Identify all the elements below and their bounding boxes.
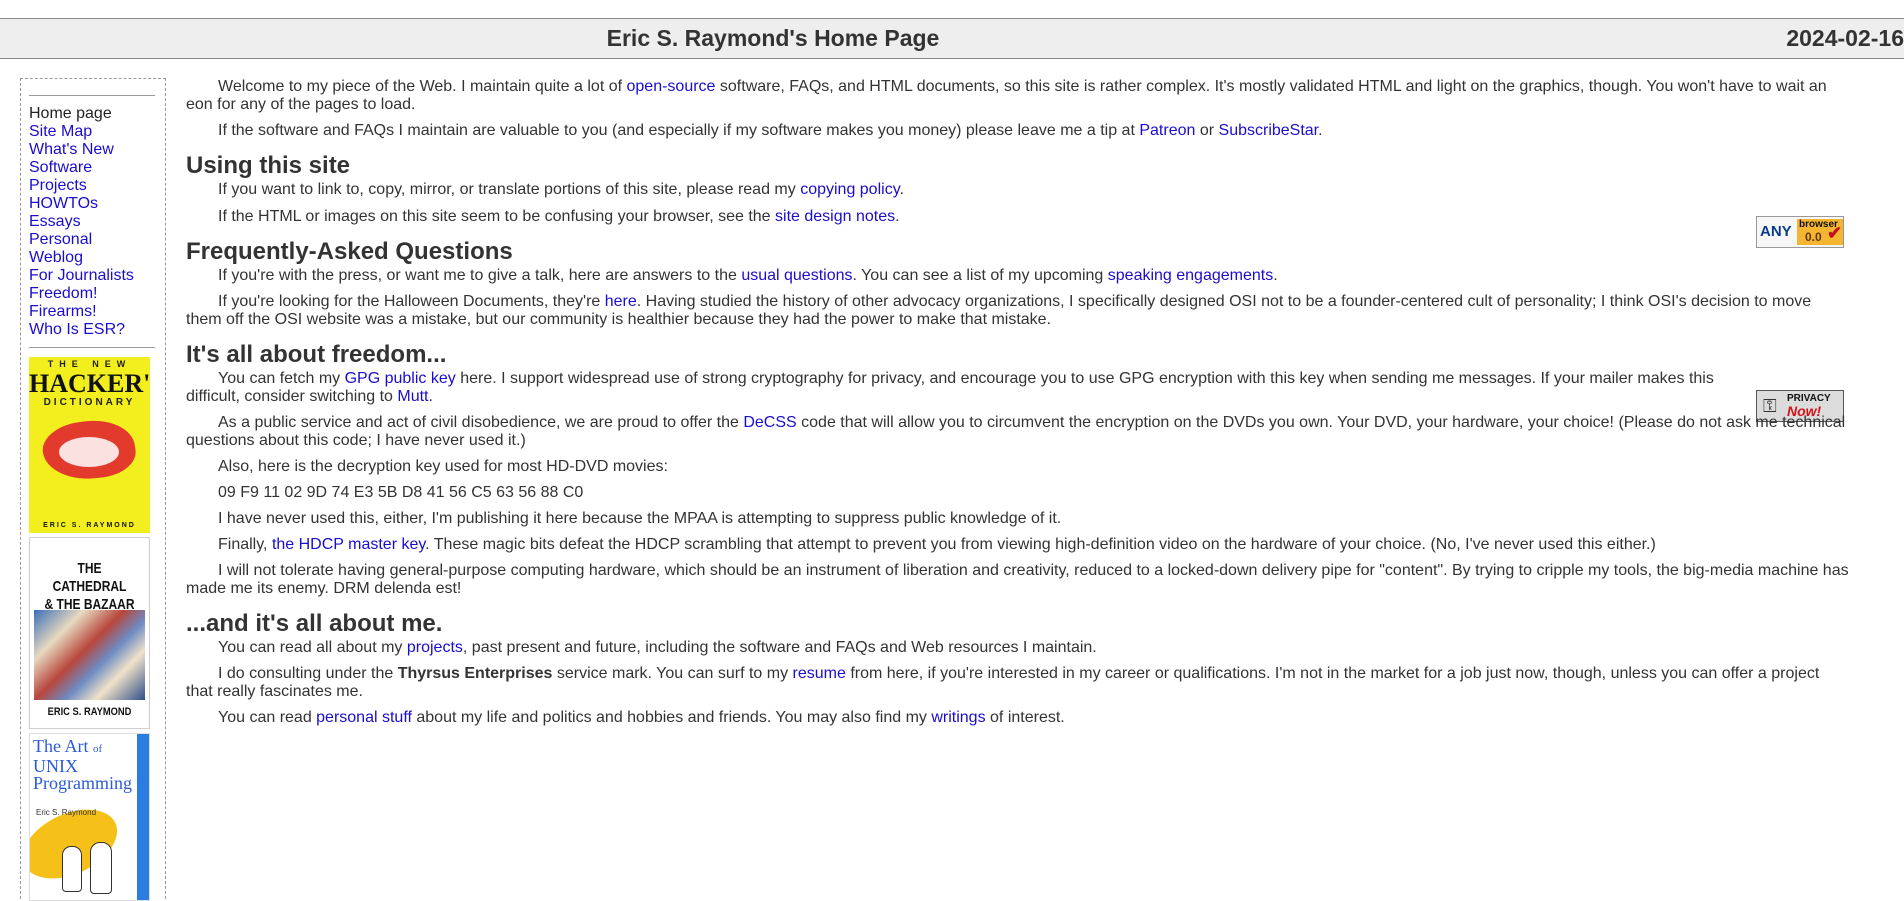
sidebar-item-for-journalists[interactable]: For Journalists — [29, 267, 134, 284]
sidebar-item-site-map[interactable]: Site Map — [29, 123, 92, 140]
page-header: Eric S. Raymond's Home Page 2024-02-16 — [0, 18, 1904, 59]
book-cover-title: THE CATHEDRAL & THE BAZAAR — [44, 560, 135, 613]
sidebar-nav: Home page Site Map What's New Software P… — [29, 105, 134, 339]
book-cover-figure — [62, 846, 82, 892]
section-heading-freedom: It's all about freedom... — [186, 341, 447, 368]
book-cover-title: The Art of UNIX Programming — [33, 736, 132, 793]
halloween-paragraph: If you're looking for the Halloween Docu… — [186, 293, 1812, 328]
intro-paragraph: Welcome to my piece of the Web. I mainta… — [186, 78, 1827, 113]
projects-paragraph: You can read all about my projects, past… — [218, 639, 1097, 656]
gpg-public-key-link[interactable]: GPG public key — [345, 370, 456, 387]
book-cover-text: THE NEW — [47, 359, 132, 369]
book-cover-artwork — [59, 437, 119, 467]
site-design-notes-link[interactable]: site design notes — [775, 208, 895, 225]
book-cover-art-of-unix-programming[interactable]: The Art of UNIX Programming Eric S. Raym… — [29, 733, 150, 901]
mpaa-paragraph: I have never used this, either, I'm publ… — [218, 510, 1062, 527]
book-cover-author: ERIC S. RAYMOND — [47, 706, 132, 718]
speaking-engagements-link[interactable]: speaking engagements — [1108, 267, 1273, 284]
sidebar-item-whats-new[interactable]: What's New — [29, 141, 114, 158]
projects-link[interactable]: projects — [407, 639, 463, 656]
gpg-paragraph: You can fetch my GPG public key here. I … — [186, 370, 1714, 405]
sidebar-item-weblog[interactable]: Weblog — [29, 249, 83, 266]
section-heading-faq: Frequently-Asked Questions — [186, 238, 513, 265]
section-heading-using-this-site: Using this site — [186, 152, 351, 179]
book-cover-author: ERIC S. RAYMOND — [43, 522, 136, 529]
page-title: Eric S. Raymond's Home Page — [606, 25, 940, 51]
book-cover-new-hackers-dictionary[interactable]: THE NEW HACKER'S DICTIONARY ERIC S. RAYM… — [29, 357, 150, 533]
book-cover-cathedral-and-bazaar[interactable]: THE CATHEDRAL & THE BAZAAR ERIC S. RAYMON… — [29, 537, 150, 729]
consulting-paragraph: I do consulting under the Thyrsus Enterp… — [186, 665, 1820, 700]
resume-link[interactable]: resume — [793, 665, 846, 682]
decss-paragraph: As a public service and act of civil dis… — [186, 414, 1846, 449]
section-heading-about-me: ...and it's all about me. — [186, 610, 443, 637]
sidebar-item-essays[interactable]: Essays — [29, 213, 81, 230]
book-cover-spine — [137, 734, 149, 900]
book-cover-figure — [90, 842, 112, 894]
book-cover-artwork — [34, 610, 145, 700]
subscribestar-link[interactable]: SubscribeStar — [1219, 122, 1319, 139]
sidebar-item-firearms[interactable]: Firearms! — [29, 303, 97, 320]
sidebar-item-projects[interactable]: Projects — [29, 177, 87, 194]
copying-policy-link[interactable]: copying policy — [800, 181, 899, 198]
patreon-link[interactable]: Patreon — [1139, 122, 1195, 139]
usual-questions-link[interactable]: usual questions — [741, 267, 852, 284]
press-paragraph: If you're with the press, or want me to … — [218, 267, 1278, 284]
decss-link[interactable]: DeCSS — [743, 414, 796, 431]
hdcp-paragraph: Finally, the HDCP master key. These magi… — [218, 536, 1656, 553]
book-cover-text: DICTIONARY — [43, 397, 136, 408]
hddvd-paragraph: Also, here is the decryption key used fo… — [218, 458, 668, 475]
hddvd-key: 09 F9 11 02 9D 74 E3 5B D8 41 56 C5 63 5… — [218, 484, 584, 501]
sidebar-item-who-is-esr[interactable]: Who Is ESR? — [29, 321, 125, 338]
hdcp-master-key-link[interactable]: the HDCP master key — [272, 536, 425, 553]
page-date: 2024-02-16 — [1786, 25, 1904, 51]
personal-stuff-link[interactable]: personal stuff — [316, 709, 412, 726]
sidebar-divider — [29, 95, 155, 96]
writings-link[interactable]: writings — [931, 709, 985, 726]
copying-paragraph: If you want to link to, copy, mirror, or… — [218, 181, 904, 198]
halloween-documents-link[interactable]: here — [605, 293, 637, 310]
sidebar-item-software[interactable]: Software — [29, 159, 92, 176]
sidebar-item-freedom[interactable]: Freedom! — [29, 285, 97, 302]
sidebar-item-home-page: Home page — [29, 105, 112, 122]
sidebar-item-howtos[interactable]: HOWTOs — [29, 195, 98, 212]
design-notes-paragraph: If the HTML or images on this site seem … — [218, 208, 900, 225]
tip-paragraph: If the software and FAQs I maintain are … — [218, 122, 1323, 139]
book-cover-author: Eric S. Raymond — [36, 808, 97, 817]
sidebar: Home page Site Map What's New Software P… — [20, 78, 166, 901]
personal-paragraph: You can read personal stuff about my lif… — [218, 709, 1065, 726]
sidebar-item-personal[interactable]: Personal — [29, 231, 92, 248]
book-cover-title: HACKER'S — [29, 369, 150, 398]
mutt-link[interactable]: Mutt — [397, 388, 428, 405]
drm-paragraph: I will not tolerate having general-purpo… — [186, 562, 1849, 597]
sidebar-divider — [29, 347, 155, 348]
open-source-link[interactable]: open-source — [627, 78, 716, 95]
main-content: Welcome to my piece of the Web. I mainta… — [186, 77, 1850, 727]
thyrsus-enterprises: Thyrsus Enterprises — [397, 665, 553, 682]
